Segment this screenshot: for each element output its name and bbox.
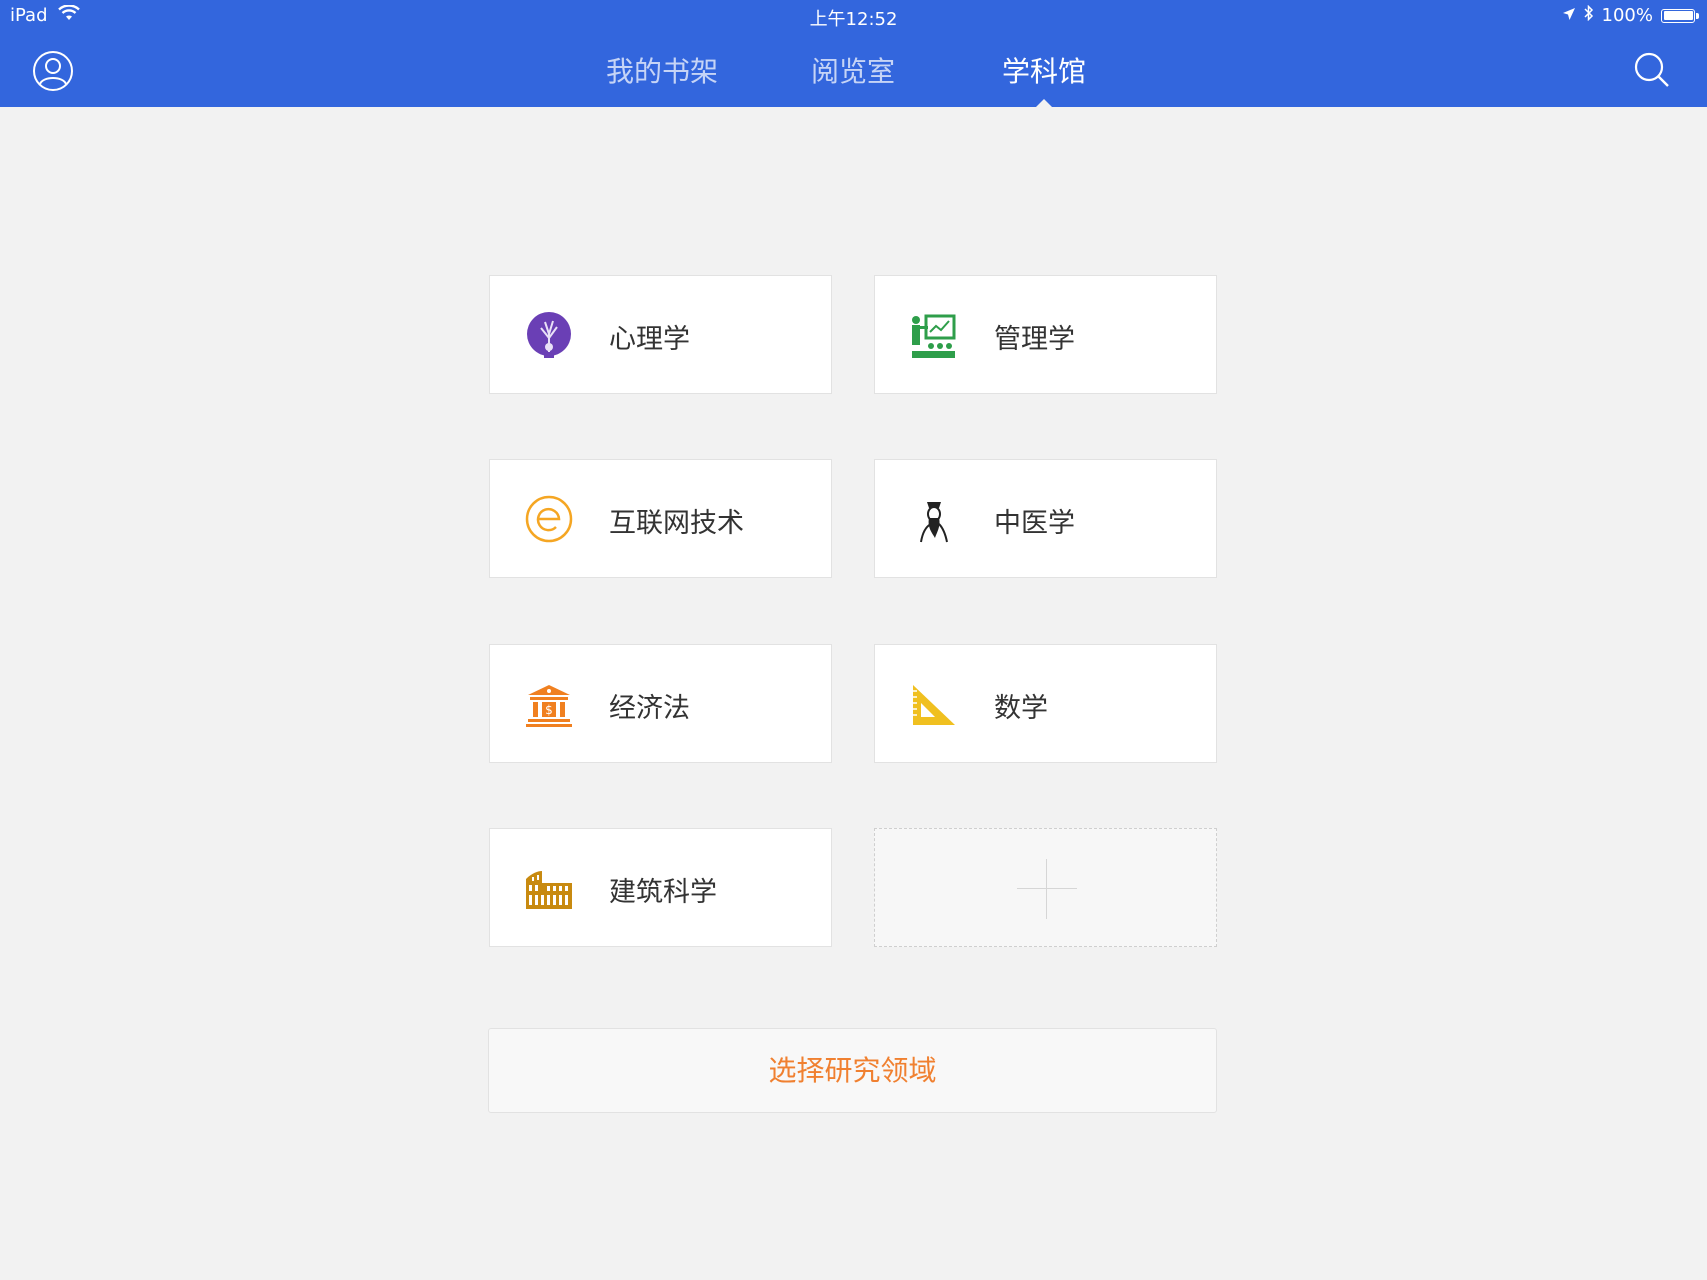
subject-label: 互联网技术 (609, 508, 744, 539)
set-square-ruler-icon (913, 685, 955, 725)
search-button[interactable] (1632, 50, 1672, 90)
tab-subject-hall[interactable]: 学科馆 (1002, 50, 1086, 90)
select-research-field-button[interactable]: 选择研究领域 (488, 1028, 1217, 1113)
subject-card-architecture[interactable]: 建筑科学 (489, 828, 832, 947)
main-tabs: 我的书架 阅览室 学科馆 (0, 50, 1707, 90)
subject-label: 经济法 (609, 693, 690, 724)
letter-e-circle-icon (525, 495, 573, 543)
subject-card-psychology[interactable]: 心理学 (489, 275, 832, 394)
subject-card-mathematics[interactable]: 数学 (874, 644, 1217, 763)
status-bar: iPad 上午12:52 100% (0, 0, 1707, 34)
search-icon (1634, 52, 1669, 87)
subject-card-management[interactable]: 管理学 (874, 275, 1217, 394)
tab-reading-room[interactable]: 阅览室 (811, 50, 895, 90)
battery-percent: 100% (1601, 5, 1653, 26)
add-subject-card[interactable] (874, 828, 1217, 947)
subject-card-economic-law[interactable]: $ 经济法 (489, 644, 832, 763)
battery-icon (1661, 8, 1699, 23)
top-navigation-bar: iPad 上午12:52 100% 我的书架 阅览室 学科馆 (0, 0, 1707, 108)
subject-label: 管理学 (994, 324, 1075, 355)
location-arrow-icon (1562, 5, 1576, 26)
subject-label: 数学 (994, 693, 1048, 724)
colosseum-icon (526, 871, 572, 909)
subject-label: 中医学 (994, 508, 1075, 539)
subject-card-tcm[interactable]: 中医学 (874, 459, 1217, 578)
active-tab-indicator (1035, 99, 1053, 108)
subject-label: 心理学 (609, 324, 690, 355)
subject-label: 建筑科学 (609, 877, 717, 908)
subject-card-internet-technology[interactable]: 互联网技术 (489, 459, 832, 578)
svg-text:$: $ (545, 703, 553, 717)
status-time: 上午12:52 (809, 9, 898, 30)
bank-building-icon: $ (526, 685, 572, 727)
presentation-board-icon (912, 314, 956, 358)
tab-bookshelf[interactable]: 我的书架 (606, 50, 718, 90)
psychology-tree-head-icon (527, 312, 571, 358)
physician-portrait-icon (920, 502, 948, 543)
bluetooth-icon (1584, 4, 1594, 26)
